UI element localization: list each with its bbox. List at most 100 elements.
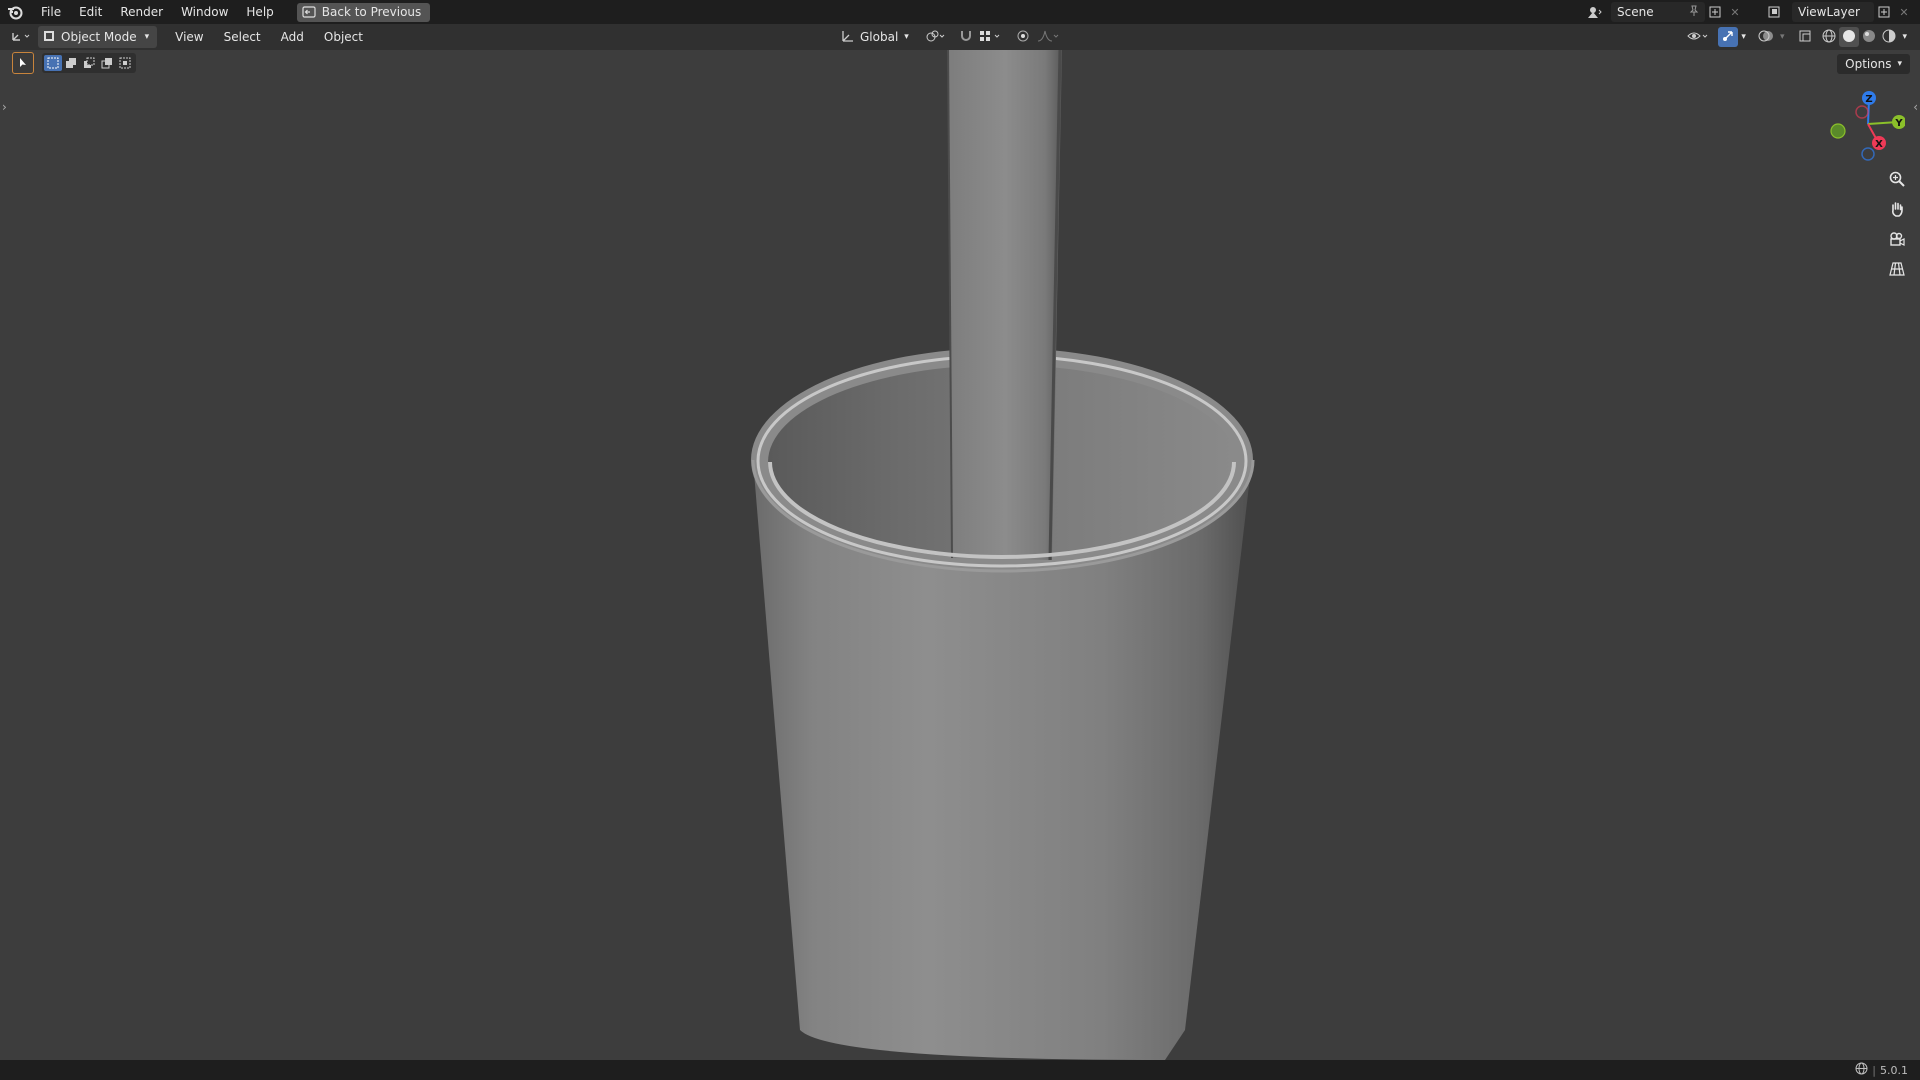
eye-icon [1687, 28, 1711, 47]
gizmo-options[interactable]: ▾ [1738, 27, 1749, 47]
menu-help[interactable]: Help [237, 0, 282, 24]
hand-icon [1889, 201, 1905, 221]
zoom-icon [1889, 171, 1905, 191]
select-tool-button[interactable] [12, 52, 34, 74]
gizmo-neg-y-handle[interactable] [1830, 123, 1846, 139]
menu-edit[interactable]: Edit [70, 0, 111, 24]
chevron-down-icon: ▾ [904, 32, 909, 42]
scene-icon [1585, 2, 1605, 22]
view-layer-field[interactable]: ViewLayer [1792, 2, 1874, 22]
3d-viewport[interactable] [0, 50, 1920, 1060]
xray-icon [1798, 28, 1812, 47]
back-to-previous-button[interactable]: Back to Previous [296, 2, 431, 22]
globe-icon [1855, 1062, 1868, 1078]
viewport-display-tools: ▾ ▾ ▾ [1684, 24, 1910, 50]
sidebar-expand-icon[interactable]: ‹ [1913, 100, 1918, 114]
selection-mode-invert[interactable] [98, 55, 116, 71]
mode-selector[interactable]: Object Mode ▾ [38, 26, 158, 48]
menu-select[interactable]: Select [214, 24, 271, 50]
grid-icon [1889, 261, 1905, 281]
cursor-icon [18, 54, 28, 73]
visibility-selector[interactable] [1684, 27, 1714, 47]
remove-scene-icon[interactable]: ✕ [1725, 2, 1745, 22]
menu-object[interactable]: Object [314, 24, 373, 50]
proportional-icon [1015, 28, 1031, 47]
perspective-toggle-button[interactable] [1883, 257, 1911, 285]
remove-view-layer-icon[interactable]: ✕ [1894, 2, 1914, 22]
solid-sphere-icon [1842, 28, 1856, 47]
options-label: Options [1845, 57, 1892, 71]
scene-name: Scene [1617, 5, 1654, 19]
scene-selector[interactable]: Scene ✕ [1585, 2, 1745, 22]
snap-grid-icon [979, 28, 1003, 47]
separator: | [1872, 1063, 1876, 1077]
orientation-icon [841, 29, 855, 46]
view-layer-selector[interactable]: ViewLayer ✕ [1766, 2, 1914, 22]
chevron-down-icon: ▾ [1779, 32, 1785, 42]
object-mode-icon [43, 30, 55, 45]
version-text: 5.0.1 [1880, 1063, 1908, 1077]
select-subtract-icon [83, 54, 95, 73]
gizmo-icon [1721, 28, 1735, 47]
navigation-gizmo[interactable]: Z Y X [1825, 88, 1905, 168]
gizmo-neg-z-handle[interactable] [1861, 147, 1875, 161]
selection-mode-group [42, 53, 136, 73]
material-sphere-icon [1862, 28, 1876, 47]
menu-render[interactable]: Render [111, 0, 172, 24]
menu-view[interactable]: View [165, 24, 213, 50]
back-to-previous-label: Back to Previous [321, 5, 422, 19]
xray-toggle[interactable] [1795, 27, 1815, 47]
menu-window[interactable]: Window [172, 0, 237, 24]
gizmo-neg-x-handle[interactable] [1855, 105, 1869, 119]
menu-file[interactable]: File [32, 0, 70, 24]
select-new-icon [47, 54, 59, 73]
shading-rendered[interactable] [1879, 27, 1899, 47]
snap-target-selector[interactable] [976, 27, 1006, 47]
zoom-button[interactable] [1883, 167, 1911, 195]
shading-material[interactable] [1859, 27, 1879, 47]
chevron-down-icon: ▾ [1741, 32, 1746, 42]
overlays-toggle[interactable] [1755, 27, 1777, 47]
snap-toggle[interactable] [956, 27, 976, 47]
pivot-icon [925, 28, 947, 47]
blender-logo-icon[interactable] [6, 3, 24, 21]
shading-options[interactable]: ▾ [1899, 27, 1910, 47]
proportional-edit-toggle[interactable] [1012, 27, 1034, 47]
shading-solid[interactable] [1839, 27, 1860, 47]
orientation-label: Global [860, 30, 899, 44]
proportional-falloff-selector[interactable] [1034, 27, 1064, 47]
toolbar-expand-icon[interactable]: › [2, 100, 7, 114]
select-invert-icon [101, 54, 113, 73]
transform-orientation-selector[interactable]: Global ▾ [838, 27, 912, 47]
tool-settings [12, 52, 136, 74]
shading-wireframe[interactable] [1819, 27, 1839, 47]
editor-type-selector[interactable] [10, 26, 32, 48]
scene-render [751, 50, 1255, 1060]
selection-mode-extend[interactable] [62, 55, 80, 71]
new-scene-icon[interactable] [1705, 2, 1725, 22]
back-icon [302, 6, 316, 18]
gizmo-z-label: Z [1865, 94, 1872, 105]
new-view-layer-icon[interactable] [1874, 2, 1894, 22]
pan-button[interactable] [1883, 197, 1911, 225]
selection-mode-new[interactable] [44, 55, 62, 71]
pin-icon[interactable] [1689, 5, 1699, 20]
view-layer-name: ViewLayer [1798, 5, 1860, 19]
mode-label: Object Mode [61, 30, 137, 44]
overlays-options[interactable]: ▾ [1777, 27, 1788, 47]
selection-mode-intersect[interactable] [116, 55, 134, 71]
version-indicator: | 5.0.1 [1855, 1062, 1908, 1078]
selection-mode-subtract[interactable] [80, 55, 98, 71]
camera-view-button[interactable] [1883, 227, 1911, 255]
chevron-down-icon: ▾ [144, 32, 150, 42]
view-layer-icon [1766, 2, 1786, 22]
top-bar: File Edit Render Window Help Back to Pre… [0, 0, 1920, 24]
falloff-curve-icon [1037, 28, 1061, 47]
options-dropdown[interactable]: Options ▾ [1837, 54, 1910, 74]
wireframe-sphere-icon [1822, 28, 1836, 47]
overlays-icon [1758, 28, 1774, 47]
menu-add[interactable]: Add [271, 24, 314, 50]
scene-name-field[interactable]: Scene [1611, 2, 1705, 22]
pivot-point-button[interactable] [922, 27, 950, 47]
gizmo-toggle[interactable] [1718, 27, 1739, 47]
